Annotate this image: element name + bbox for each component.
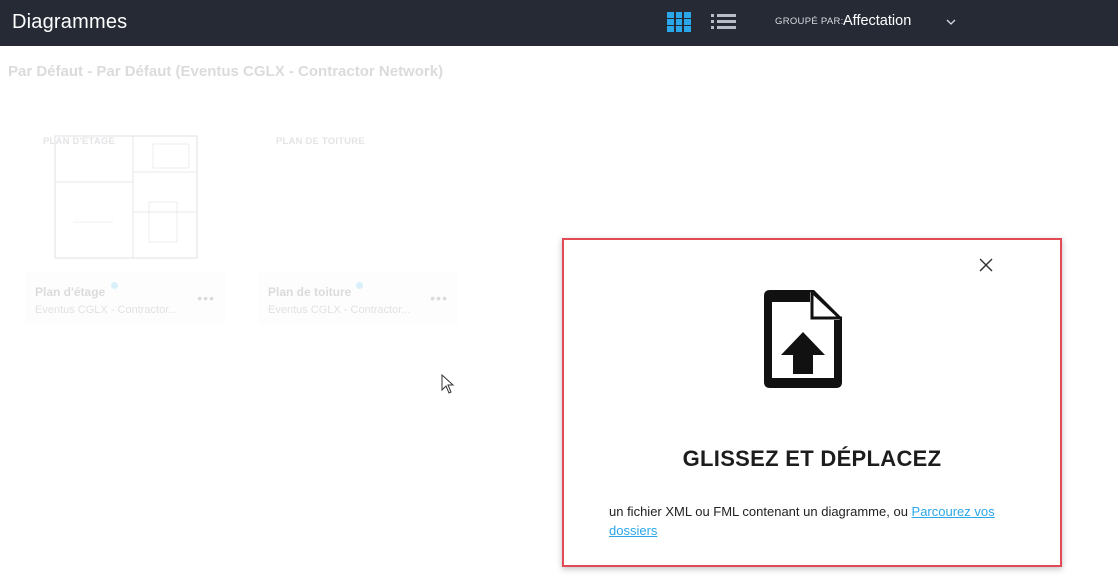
- drop-title: GLISSEZ ET DÉPLACEZ: [682, 446, 942, 471]
- more-options-icon[interactable]: •••: [430, 290, 448, 306]
- drop-description: un fichier XML ou FML contenant un diagr…: [609, 502, 1009, 540]
- list-view-icon[interactable]: [711, 13, 737, 31]
- top-bar: Diagrammes GROUPÉ PAR: Affectation: [0, 0, 1118, 46]
- card-info: Plan d'étage Eventus CGLX - Contractor..…: [25, 272, 225, 324]
- file-upload-icon: [764, 290, 842, 388]
- card-title: Plan d'étage: [35, 285, 106, 299]
- grid-view-icon[interactable]: [667, 12, 691, 32]
- drop-description-text: un fichier XML ou FML contenant un diagr…: [609, 504, 912, 519]
- card-subtitle: Eventus CGLX - Contractor...: [35, 304, 178, 316]
- status-badge: [111, 282, 118, 289]
- more-options-icon[interactable]: •••: [197, 290, 215, 306]
- card-info: Plan de toiture Eventus CGLX - Contracto…: [258, 272, 458, 324]
- thumbnail-label: PLAN DE TOITURE: [276, 136, 365, 147]
- card-subtitle: Eventus CGLX - Contractor...: [268, 304, 411, 316]
- page-title: Diagrammes: [12, 11, 128, 33]
- thumbnail-label: PLAN D'ÉTAGE: [43, 136, 116, 147]
- section-title: Par Défaut - Par Défaut (Eventus CGLX - …: [8, 63, 444, 80]
- upload-dialog[interactable]: GLISSEZ ET DÉPLACEZ un fichier XML ou FM…: [562, 238, 1062, 567]
- floor-plan-thumbnail: [54, 135, 198, 259]
- chevron-down-icon: [946, 19, 956, 25]
- diagram-card[interactable]: PLAN D'ÉTAGE Plan d'étage Eventus CGLX -…: [25, 128, 225, 324]
- card-title: Plan de toiture: [268, 285, 352, 299]
- group-by-label: GROUPÉ PAR:: [775, 16, 844, 27]
- mouse-cursor-icon: [441, 374, 455, 394]
- diagram-card[interactable]: PLAN DE TOITURE Plan de toiture Eventus …: [258, 128, 458, 324]
- group-by-select[interactable]: Affectation: [843, 8, 963, 36]
- group-by-value: Affectation: [843, 13, 912, 29]
- close-icon[interactable]: [978, 257, 994, 273]
- status-badge: [356, 282, 363, 289]
